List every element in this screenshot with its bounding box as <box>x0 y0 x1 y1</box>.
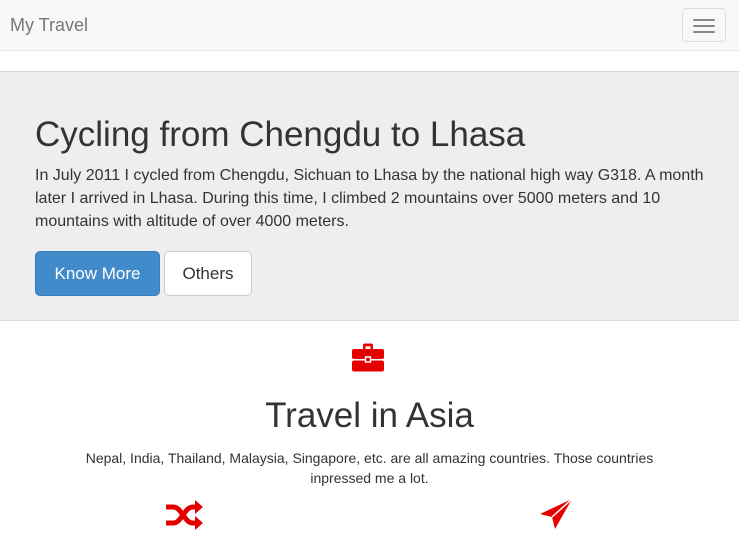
random-icon <box>166 500 203 530</box>
hero-jumbotron: Cycling from Chengdu to Lhasa In July 20… <box>0 72 739 321</box>
section-title: Travel in Asia <box>265 396 474 435</box>
send-icon <box>540 498 573 529</box>
navbar-toggle-button[interactable] <box>682 8 726 42</box>
hero-title: Cycling from Chengdu to Lhasa <box>35 115 526 154</box>
know-more-button[interactable]: Know More <box>35 251 160 296</box>
hamburger-menu-icon <box>693 19 715 21</box>
hamburger-menu-icon-bar <box>693 25 715 27</box>
others-button[interactable]: Others <box>164 251 252 296</box>
section-description: Nepal, India, Thailand, Malaysia, Singap… <box>85 450 654 486</box>
hamburger-menu-icon-bar <box>693 31 715 33</box>
navbar-brand[interactable]: My Travel <box>10 15 88 35</box>
hero-description: In July 2011 I cycled from Chengdu, Sich… <box>35 167 704 230</box>
briefcase-icon <box>352 343 384 372</box>
navbar: My Travel <box>0 0 739 51</box>
